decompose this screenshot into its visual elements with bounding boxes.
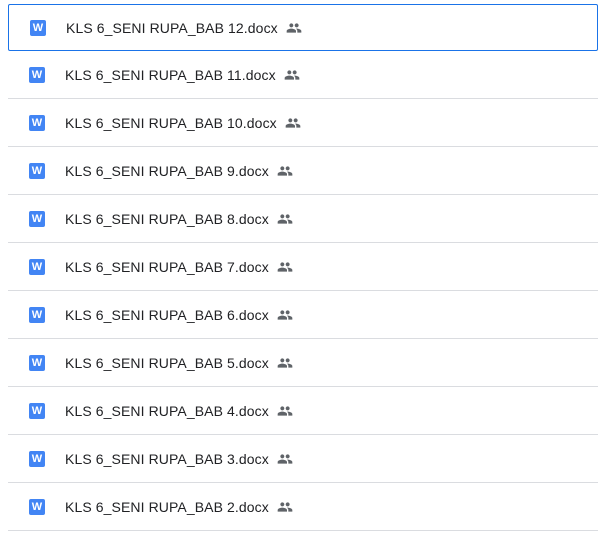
file-name: KLS 6_SENI RUPA_BAB 9.docx (65, 162, 269, 179)
file-row[interactable]: W KLS 6_SENI RUPA_BAB 2.docx (8, 483, 598, 531)
people-icon (285, 117, 301, 128)
file-name: KLS 6_SENI RUPA_BAB 7.docx (65, 258, 269, 275)
file-row[interactable]: W KLS 6_SENI RUPA_BAB 5.docx (8, 339, 598, 387)
file-list: W KLS 6_SENI RUPA_BAB 12.docx W KLS 6_SE… (0, 4, 598, 534)
word-doc-icon: W (29, 306, 45, 323)
people-icon (277, 309, 293, 320)
word-doc-icon: W (30, 19, 46, 36)
word-doc-icon: W (29, 66, 45, 83)
word-doc-icon: W (29, 498, 45, 515)
people-icon (284, 69, 300, 80)
people-icon (277, 405, 293, 416)
word-doc-icon: W (29, 210, 45, 227)
people-icon (277, 357, 293, 368)
word-doc-icon: W (29, 354, 45, 371)
file-name: KLS 6_SENI RUPA_BAB 5.docx (65, 354, 269, 371)
word-doc-icon: W (29, 114, 45, 131)
file-row[interactable]: W KLS 6_SENI RUPA_BAB 12.docx (8, 4, 598, 51)
file-name: KLS 6_SENI RUPA_BAB 4.docx (65, 402, 269, 419)
people-icon (277, 261, 293, 272)
word-doc-icon: W (29, 162, 45, 179)
word-doc-icon: W (29, 258, 45, 275)
file-name: KLS 6_SENI RUPA_BAB 2.docx (65, 498, 269, 515)
word-doc-icon: W (29, 450, 45, 467)
people-icon (277, 501, 293, 512)
file-row[interactable]: W KLS 6_SENI RUPA_BAB 6.docx (8, 291, 598, 339)
file-row[interactable]: W KLS 6_SENI RUPA_BAB 4.docx (8, 387, 598, 435)
file-name: KLS 6_SENI RUPA_BAB 11.docx (65, 66, 276, 83)
file-name: KLS 6_SENI RUPA_BAB 6.docx (65, 306, 269, 323)
file-row[interactable]: W KLS 6_SENI RUPA_BAB 3.docx (8, 435, 598, 483)
file-name: KLS 6_SENI RUPA_BAB 8.docx (65, 210, 269, 227)
file-name: KLS 6_SENI RUPA_BAB 12.docx (66, 19, 278, 36)
file-row[interactable]: W KLS 6_SENI RUPA_BAB 10.docx (8, 99, 598, 147)
file-row[interactable]: W KLS 6_SENI RUPA_BAB 9.docx (8, 147, 598, 195)
people-icon (286, 22, 302, 33)
file-name: KLS 6_SENI RUPA_BAB 3.docx (65, 450, 269, 467)
file-row[interactable]: W KLS 6_SENI RUPA_BAB 7.docx (8, 243, 598, 291)
people-icon (277, 213, 293, 224)
people-icon (277, 453, 293, 464)
file-row[interactable]: W KLS 6_SENI RUPA_BAB 11.docx (8, 51, 598, 99)
people-icon (277, 165, 293, 176)
file-name: KLS 6_SENI RUPA_BAB 10.docx (65, 114, 277, 131)
word-doc-icon: W (29, 402, 45, 419)
file-row[interactable]: W KLS 6_SENI RUPA_BAB 8.docx (8, 195, 598, 243)
